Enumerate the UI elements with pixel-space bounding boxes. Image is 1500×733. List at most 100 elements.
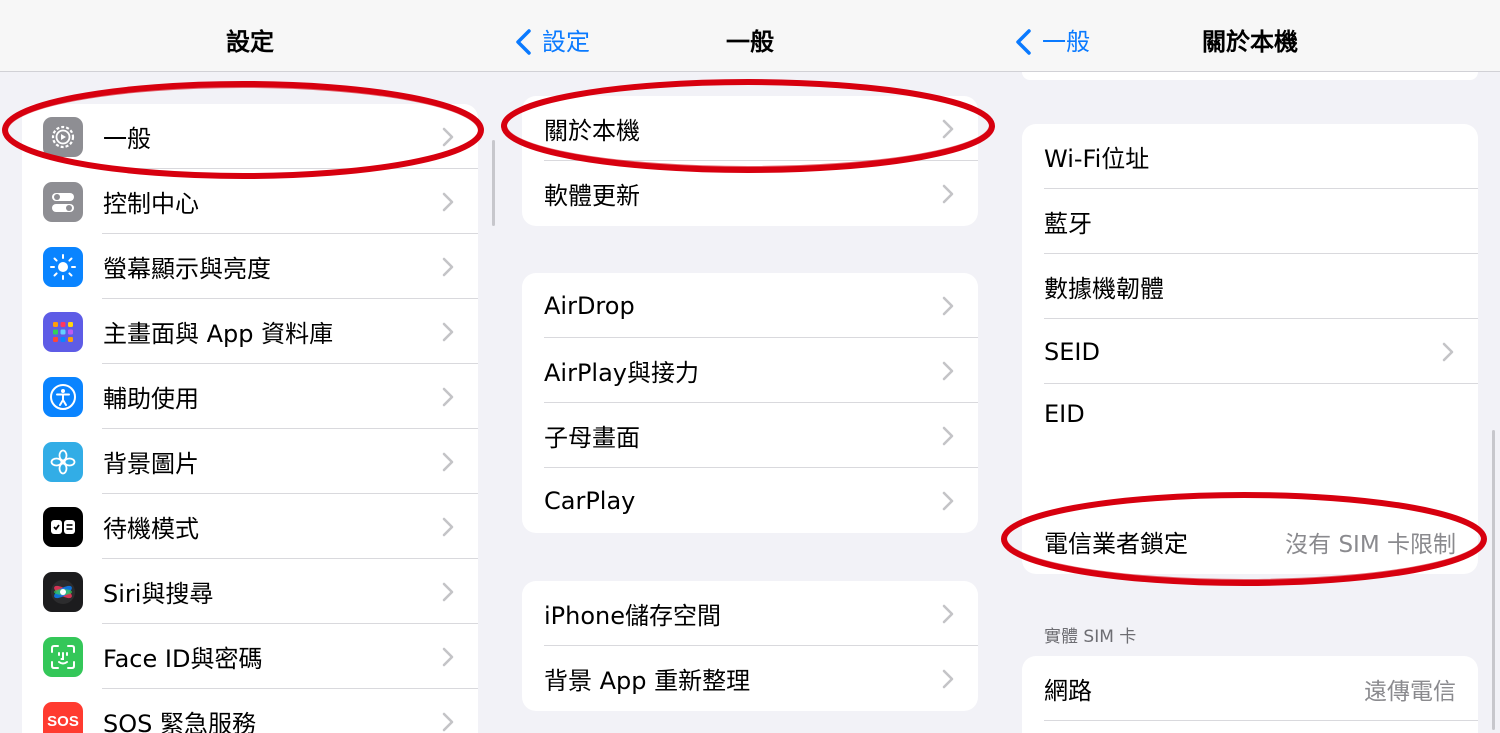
row-label: 電信業者鎖定: [1044, 530, 1188, 558]
gear-icon-glyph: [51, 125, 75, 148]
chevron-right-icon: [442, 387, 454, 406]
settings-item[interactable]: Face ID與密碼: [22, 624, 478, 689]
standby-icon: [43, 506, 83, 547]
toggles-icon-glyph: [52, 192, 74, 212]
general-item[interactable]: AirDrop: [522, 273, 978, 338]
app-grid-icon: [43, 311, 83, 352]
row-label: iPhone儲存空間: [544, 602, 722, 630]
general-item[interactable]: 關於本機: [522, 96, 978, 161]
settings-item[interactable]: 控制中心: [22, 169, 478, 234]
general-group-1: 關於本機軟體更新: [522, 96, 978, 226]
sim-info-list: 網路 遠傳電信: [1022, 656, 1478, 733]
chevron-right-icon: [442, 582, 454, 601]
general-item[interactable]: CarPlay: [522, 468, 978, 533]
chevron-right-icon: [442, 257, 454, 276]
general-item[interactable]: AirPlay與接力: [522, 338, 978, 403]
row-label: AirDrop: [544, 291, 635, 320]
chevron-right-icon: [442, 192, 454, 211]
settings-item[interactable]: 一般: [22, 104, 478, 169]
page-title: 一般: [726, 28, 774, 56]
chevron-right-icon: [942, 361, 954, 380]
row-label: EID: [1044, 400, 1085, 428]
row-label: 螢幕顯示與亮度: [103, 255, 271, 283]
row-label: SEID: [1044, 337, 1100, 366]
settings-item[interactable]: SOS SOS 緊急服務: [22, 689, 478, 733]
chevron-right-icon: [442, 647, 454, 666]
settings-list: 一般控制中心螢幕顯示與亮度主畫面與 App 資料庫 輔助使用背景圖片待機模式 Sir…: [22, 104, 478, 733]
row-label: 軟體更新: [544, 182, 640, 210]
settings-item[interactable]: 輔助使用: [22, 364, 478, 429]
chevron-right-icon: [442, 517, 454, 536]
chevron-right-icon: [942, 604, 954, 623]
row-label: 藍牙: [1044, 210, 1092, 238]
brightness-icon: [43, 246, 83, 287]
about-info-list: Wi-Fi位址藍牙數據機韌體 SEID EID 電信業者鎖定 沒有 SIM 卡限制: [1022, 124, 1478, 574]
chevron-right-icon: [442, 452, 454, 471]
flower-icon-glyph: [50, 449, 76, 474]
row-label: 網路: [1044, 677, 1092, 705]
face-id-icon: [43, 636, 83, 677]
chevron-right-icon: [442, 712, 454, 731]
row-label: AirPlay與接力: [544, 359, 700, 387]
row-label: 待機模式: [103, 515, 199, 543]
chevron-right-icon: [942, 184, 954, 203]
settings-item[interactable]: 螢幕顯示與亮度: [22, 234, 478, 299]
nav-bar: 設定 一般: [500, 0, 1000, 72]
settings-item[interactable]: 待機模式: [22, 494, 478, 559]
row-label: Face ID與密碼: [103, 645, 263, 673]
gear-icon: [43, 116, 83, 157]
chevron-right-icon: [942, 669, 954, 688]
previous-card-edge: [1022, 72, 1478, 80]
scrollbar[interactable]: [1492, 430, 1495, 730]
toggles-icon: [43, 181, 83, 222]
separator: [1044, 720, 1478, 721]
row-label: 輔助使用: [103, 385, 199, 413]
row-label: SOS 緊急服務: [103, 710, 256, 733]
sos-icon-text: SOS: [47, 713, 79, 730]
row-value: 遠傳電信: [1364, 678, 1456, 705]
about-info-row[interactable]: 藍牙: [1022, 189, 1478, 254]
general-item[interactable]: iPhone儲存空間: [522, 581, 978, 646]
siri-icon-glyph: [51, 579, 75, 604]
about-info-row[interactable]: 數據機韌體: [1022, 254, 1478, 319]
settings-item[interactable]: Siri與搜尋: [22, 559, 478, 624]
chevron-right-icon: [942, 119, 954, 138]
chevron-right-icon: [442, 322, 454, 341]
general-item[interactable]: 軟體更新: [522, 161, 978, 226]
row-label: Siri與搜尋: [103, 580, 214, 608]
brightness-icon-glyph: [50, 253, 76, 280]
chevron-right-icon: [442, 127, 454, 146]
general-item[interactable]: 背景 App 重新整理: [522, 646, 978, 711]
sos-icon: SOS: [43, 701, 83, 733]
accessibility-icon: [43, 376, 83, 417]
general-panel: 設定 一般 關於本機軟體更新 AirDrop AirPlay與接力 子母畫面 CarP…: [500, 0, 1000, 733]
about-info-row[interactable]: SEID: [1022, 319, 1478, 384]
chevron-right-icon: [942, 296, 954, 315]
row-label: 子母畫面: [544, 424, 640, 452]
row-label: 數據機韌體: [1044, 275, 1164, 303]
general-group-3: iPhone儲存空間背景 App 重新整理: [522, 581, 978, 711]
app-grid-icon-glyph: [53, 321, 73, 342]
chevron-right-icon: [942, 491, 954, 510]
row-label: 背景圖片: [103, 450, 199, 478]
standby-icon-glyph: [51, 519, 75, 534]
chevron-right-icon: [942, 426, 954, 445]
carrier-lock-row[interactable]: 電信業者鎖定 沒有 SIM 卡限制: [1022, 509, 1478, 574]
row-label: 主畫面與 App 資料庫: [103, 320, 334, 348]
general-item[interactable]: 子母畫面: [522, 403, 978, 468]
page-title: 設定: [226, 28, 274, 56]
scrollbar[interactable]: [492, 140, 495, 226]
settings-item[interactable]: 主畫面與 App 資料庫: [22, 299, 478, 364]
row-label: 控制中心: [103, 190, 199, 218]
about-info-row[interactable]: Wi-Fi位址: [1022, 124, 1478, 189]
settings-item[interactable]: 背景圖片: [22, 429, 478, 494]
general-group-2: AirDrop AirPlay與接力 子母畫面 CarPlay: [522, 273, 978, 533]
network-row[interactable]: 網路 遠傳電信: [1022, 656, 1478, 721]
section-header-physical-sim: 實體 SIM 卡: [1044, 627, 1137, 647]
siri-icon: [43, 571, 83, 612]
about-panel: 一般 關於本機 Wi-Fi位址 藍牙 數據機韌體 SEID EID 電信業者鎖定 沒有 SI…: [1000, 0, 1500, 733]
row-value: 沒有 SIM 卡限制: [1285, 531, 1456, 558]
flower-icon: [43, 441, 83, 482]
row-label: 一般: [103, 125, 151, 153]
page-title: 關於本機: [1202, 28, 1298, 56]
